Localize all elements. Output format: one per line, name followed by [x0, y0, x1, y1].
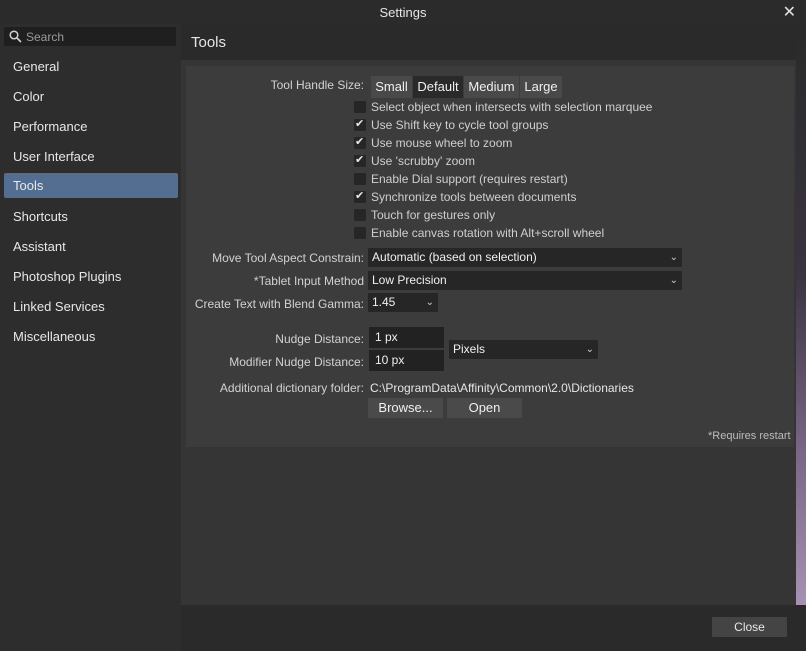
checkbox-label: Synchronize tools between documents: [371, 190, 577, 204]
tool-handle-small-button[interactable]: Small: [371, 76, 412, 98]
checkbox-label: Use 'scrubby' zoom: [371, 154, 475, 168]
tool-handle-medium-button[interactable]: Medium: [464, 76, 519, 98]
title-bar: Settings ✕: [0, 0, 806, 24]
close-icon[interactable]: ✕: [783, 2, 796, 22]
sidebar-item-tools[interactable]: Tools: [4, 173, 178, 198]
tablet-input-label: *Tablet Input Method: [253, 274, 364, 288]
nudge-distance-label: Nudge Distance:: [275, 332, 364, 346]
tablet-input-value: Low Precision: [372, 273, 447, 287]
window-title: Settings: [379, 5, 427, 20]
blend-gamma-value: 1.45: [372, 295, 396, 309]
search-box[interactable]: [4, 27, 176, 46]
modifier-nudge-field[interactable]: 10 px: [369, 350, 444, 371]
checkbox[interactable]: [354, 101, 366, 113]
move-tool-select[interactable]: Automatic (based on selection) ⌄: [368, 248, 682, 267]
nudge-units-value: Pixels: [453, 342, 486, 356]
checkbox[interactable]: ✔: [354, 118, 366, 131]
tablet-input-select[interactable]: Low Precision ⌄: [368, 271, 682, 290]
page-title: Tools: [191, 34, 227, 51]
checkbox[interactable]: [354, 173, 366, 185]
checkbox[interactable]: ✔: [354, 190, 366, 203]
background-strip: [796, 24, 806, 651]
close-button[interactable]: Close: [712, 617, 787, 637]
move-tool-value: Automatic (based on selection): [372, 250, 537, 264]
move-tool-label: Move Tool Aspect Constrain:: [212, 251, 364, 265]
browse-button[interactable]: Browse...: [368, 398, 443, 418]
sidebar-item-user-interface[interactable]: User Interface: [4, 144, 178, 169]
check-icon: ✔: [355, 154, 365, 166]
search-input[interactable]: [26, 27, 171, 46]
modifier-nudge-label: Modifier Nudge Distance:: [229, 355, 364, 369]
checkbox-label: Enable canvas rotation with Alt+scroll w…: [371, 226, 605, 240]
sidebar-item-shortcuts[interactable]: Shortcuts: [4, 204, 178, 229]
search-icon: [9, 30, 22, 43]
check-icon: ✔: [355, 190, 365, 202]
sidebar-item-photoshop-plugins[interactable]: Photoshop Plugins: [4, 264, 178, 289]
sidebar-item-performance[interactable]: Performance: [4, 114, 178, 139]
sidebar-item-assistant[interactable]: Assistant: [4, 234, 178, 259]
sidebar-item-linked-services[interactable]: Linked Services: [4, 294, 178, 319]
checkbox[interactable]: ✔: [354, 136, 366, 149]
requires-restart-note: *Requires restart: [708, 430, 791, 442]
checkbox-label: Enable Dial support (requires restart): [371, 172, 568, 186]
sidebar-item-color[interactable]: Color: [4, 84, 178, 109]
checkbox-label: Select object when intersects with selec…: [371, 100, 653, 114]
chevron-down-icon: ⌄: [425, 297, 434, 308]
chevron-down-icon: ⌄: [669, 275, 678, 286]
check-icon: ✔: [355, 118, 365, 130]
dictionary-folder-path: C:\ProgramData\Affinity\Common\2.0\Dicti…: [370, 381, 634, 395]
check-icon: ✔: [355, 136, 365, 148]
sidebar: General Color Performance User Interface…: [0, 24, 181, 651]
checkbox[interactable]: [354, 227, 366, 239]
blend-gamma-label: Create Text with Blend Gamma:: [194, 297, 364, 311]
chevron-down-icon: ⌄: [669, 252, 678, 263]
nudge-units-select[interactable]: Pixels ⌄: [449, 340, 598, 359]
tool-handle-size-label: Tool Handle Size:: [270, 78, 364, 92]
tool-handle-large-button[interactable]: Large: [520, 76, 562, 98]
blend-gamma-select[interactable]: 1.45 ⌄: [368, 293, 438, 312]
sidebar-item-miscellaneous[interactable]: Miscellaneous: [4, 324, 178, 349]
chevron-down-icon: ⌄: [585, 344, 594, 355]
checkbox-label: Use mouse wheel to zoom: [371, 136, 513, 150]
sidebar-item-general[interactable]: General: [4, 54, 178, 79]
nudge-distance-field[interactable]: 1 px: [369, 327, 444, 348]
open-button[interactable]: Open: [447, 398, 522, 418]
checkbox-label: Touch for gestures only: [371, 208, 496, 222]
checkbox[interactable]: ✔: [354, 154, 366, 167]
dictionary-folder-label: Additional dictionary folder:: [219, 381, 364, 395]
checkbox[interactable]: [354, 209, 366, 221]
tool-handle-default-button[interactable]: Default: [413, 76, 463, 98]
checkbox-label: Use Shift key to cycle tool groups: [371, 118, 549, 132]
